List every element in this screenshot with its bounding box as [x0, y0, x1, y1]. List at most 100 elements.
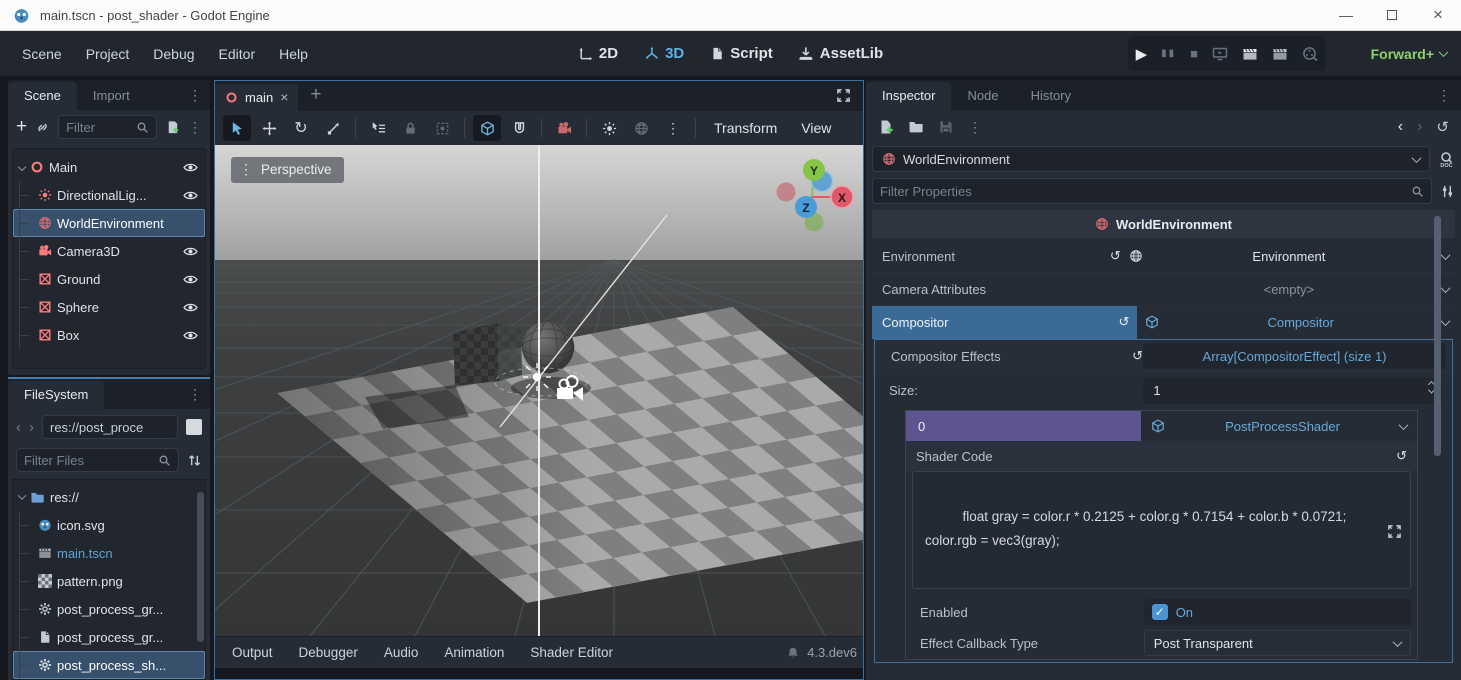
array-editor-button[interactable]: Array[CompositorEffect] (size 1)	[1143, 343, 1446, 369]
property-row-camera-attributes[interactable]: Camera Attributes <empty>	[872, 273, 1455, 306]
new-scene-tab-button[interactable]: +	[298, 82, 333, 111]
renderer-selector[interactable]: Forward+	[1371, 31, 1447, 76]
fs-row-post-process-shader[interactable]: post_process_gr...	[13, 623, 205, 651]
select-tool-button[interactable]	[223, 115, 251, 141]
bottom-tab-animation[interactable]: Animation	[433, 641, 515, 664]
history-forward-icon[interactable]: ›	[1417, 118, 1422, 136]
close-button[interactable]: ×	[1415, 0, 1461, 30]
item-resource-selector[interactable]: PostProcessShader	[1141, 411, 1417, 441]
tab-node[interactable]: Node	[951, 82, 1014, 110]
property-row-effect-callback-type[interactable]: Effect Callback Type Post Transparent	[906, 627, 1417, 659]
property-row-environment[interactable]: Environment ↺ Environment	[872, 240, 1455, 273]
scene-filter-input[interactable]	[66, 120, 136, 135]
workspace-2d-button[interactable]: 2D	[578, 45, 618, 62]
move-tool-button[interactable]	[255, 115, 283, 141]
visibility-eye-icon[interactable]	[183, 302, 198, 313]
fs-row-icon-svg[interactable]: icon.svg	[13, 511, 205, 539]
rotate-tool-button[interactable]: ↻	[287, 115, 315, 141]
menu-editor[interactable]: Editor	[207, 40, 268, 68]
scene-dock-menu-icon[interactable]: ⋮	[180, 81, 210, 110]
new-resource-icon[interactable]	[878, 119, 894, 135]
group-node-button[interactable]	[428, 115, 456, 141]
filesystem-dock-menu-icon[interactable]: ⋮	[180, 380, 210, 409]
edited-object-selector[interactable]: WorldEnvironment	[872, 146, 1430, 172]
current-path[interactable]: res://post_proce	[42, 415, 178, 439]
preview-environment-toggle[interactable]	[627, 115, 655, 141]
visibility-eye-icon[interactable]	[183, 330, 198, 341]
visibility-eye-icon[interactable]	[183, 246, 198, 257]
nav-forward-icon[interactable]: ›	[29, 419, 34, 436]
expand-editor-icon[interactable]	[1387, 524, 1402, 539]
tab-history[interactable]: History	[1015, 82, 1087, 110]
pause-button[interactable]: ▮▮	[1161, 48, 1176, 59]
menu-scene[interactable]: Scene	[10, 40, 74, 68]
resource-menu-icon[interactable]: ⋮	[968, 119, 982, 136]
property-row-compositor-effects[interactable]: Compositor Effects ↺ Array[CompositorEff…	[875, 340, 1452, 373]
property-filter-input[interactable]	[880, 184, 1411, 199]
camera-preview-toggle[interactable]	[550, 115, 578, 141]
tree-row-worldenvironment[interactable]: WorldEnvironment	[13, 209, 205, 237]
scale-tool-button[interactable]	[319, 115, 347, 141]
scene-tree-menu-icon[interactable]: ⋮	[188, 119, 202, 136]
property-tools-icon[interactable]	[1440, 184, 1455, 199]
fs-row-root[interactable]: res://	[13, 483, 205, 511]
fs-row-post-process-gd[interactable]: post_process_gr...	[13, 595, 205, 623]
close-tab-icon[interactable]: ×	[280, 89, 288, 105]
sort-files-icon[interactable]	[187, 453, 202, 468]
tree-row-main[interactable]: Main	[13, 153, 205, 181]
minimize-button[interactable]: —	[1323, 0, 1369, 30]
perspective-menu[interactable]: ⋮ Perspective	[231, 157, 344, 183]
bottom-tab-audio[interactable]: Audio	[373, 641, 430, 664]
inspector-scrollbar[interactable]	[1434, 216, 1441, 456]
visibility-eye-icon[interactable]	[183, 162, 198, 173]
preview-options-menu-icon[interactable]: ⋮	[659, 115, 687, 141]
history-back-icon[interactable]: ‹	[1398, 118, 1403, 136]
collapse-icon[interactable]	[18, 163, 26, 171]
stop-button[interactable]: ■	[1190, 46, 1198, 61]
property-row-enabled[interactable]: Enabled ✓ On	[906, 597, 1417, 627]
tree-row-box[interactable]: Box	[13, 321, 205, 349]
workspace-assetlib-button[interactable]: AssetLib	[799, 45, 883, 62]
toggle-split-mode-button[interactable]	[186, 419, 202, 435]
fs-row-main-tscn[interactable]: main.tscn	[13, 539, 205, 567]
tree-row-sphere[interactable]: Sphere	[13, 293, 205, 321]
visibility-eye-icon[interactable]	[183, 274, 198, 285]
load-resource-folder-icon[interactable]	[908, 119, 924, 135]
item-index-badge[interactable]: 0	[906, 411, 1141, 441]
preview-sun-toggle[interactable]	[595, 115, 623, 141]
revert-icon[interactable]: ↺	[1132, 348, 1143, 364]
save-resource-icon[interactable]	[938, 119, 954, 135]
workspace-3d-button[interactable]: 3D	[644, 45, 684, 62]
bottom-tab-output[interactable]: Output	[221, 641, 284, 664]
fs-row-pattern-png[interactable]: pattern.png	[13, 567, 205, 595]
shader-code-editor[interactable]: float gray = color.r * 0.2125 + color.g …	[912, 471, 1411, 589]
tab-filesystem[interactable]: FileSystem	[8, 381, 104, 409]
checkbox-checked-icon[interactable]: ✓	[1152, 604, 1168, 620]
revert-icon[interactable]: ↺	[1396, 448, 1407, 464]
play-custom-scene-button[interactable]	[1272, 46, 1288, 62]
instance-scene-icon[interactable]	[35, 120, 50, 135]
maximize-button[interactable]	[1369, 0, 1415, 30]
tree-row-ground[interactable]: Ground	[13, 265, 205, 293]
file-filter-input[interactable]	[24, 453, 158, 468]
tab-scene[interactable]: Scene	[8, 82, 77, 110]
remote-debug-icon[interactable]	[1212, 46, 1228, 62]
menu-debug[interactable]: Debug	[141, 40, 206, 68]
use-local-space-toggle[interactable]	[473, 115, 501, 141]
lock-node-button[interactable]	[396, 115, 424, 141]
expand-viewport-icon[interactable]	[836, 88, 851, 103]
menu-project[interactable]: Project	[74, 40, 142, 68]
play-scene-button[interactable]	[1242, 46, 1258, 62]
enabled-checkbox-wrap[interactable]: ✓ On	[1144, 599, 1411, 625]
notifications-bell-icon[interactable]	[786, 646, 800, 660]
tree-row-directionallight[interactable]: DirectionalLig...	[13, 181, 205, 209]
transform-menu[interactable]: Transform	[704, 120, 787, 136]
visibility-eye-icon[interactable]	[183, 190, 198, 201]
class-header[interactable]: WorldEnvironment	[872, 210, 1455, 238]
menu-help[interactable]: Help	[267, 40, 320, 68]
workspace-script-button[interactable]: Script	[710, 45, 773, 62]
revert-icon[interactable]: ↺	[1110, 248, 1121, 264]
tab-inspector[interactable]: Inspector	[866, 82, 951, 110]
play-button[interactable]: ▶	[1136, 45, 1148, 63]
revert-icon[interactable]: ↺	[1119, 314, 1130, 330]
